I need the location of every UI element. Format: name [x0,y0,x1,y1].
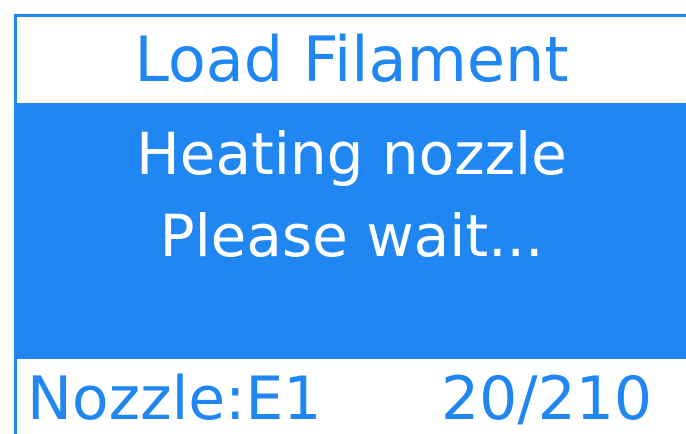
status-message-panel: Heating nozzle Please wait... [17,103,686,359]
printer-screen-frame: Load Filament Heating nozzle Please wait… [14,14,686,434]
status-footer: Nozzle:E1 20/210 [17,359,686,434]
nozzle-label: Nozzle:E1 [27,364,322,434]
status-line-wait: Please wait... [159,202,544,270]
screen-title: Load Filament [134,23,569,96]
nozzle-temperature: 20/210 [441,364,653,434]
status-line-heating: Heating nozzle [136,120,567,188]
